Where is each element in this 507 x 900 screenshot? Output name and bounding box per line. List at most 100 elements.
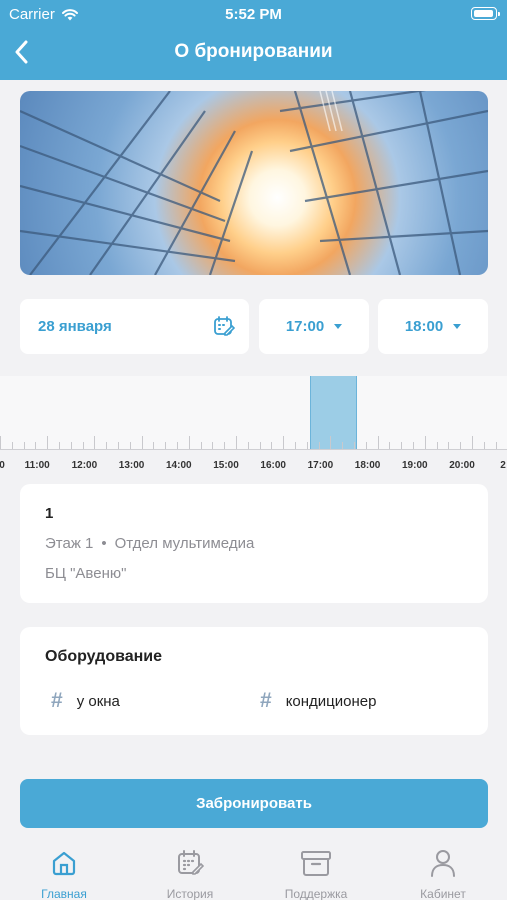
caret-down-icon xyxy=(453,324,462,329)
equipment-item: # кондиционер xyxy=(260,689,376,713)
tab-support[interactable]: Поддержка xyxy=(266,846,366,900)
time-scale-tick xyxy=(307,442,308,449)
hashtag-icon: # xyxy=(51,689,63,712)
date-picker[interactable]: 28 января xyxy=(20,299,249,354)
time-scale-tick xyxy=(484,442,485,449)
calendar-icon xyxy=(178,850,204,875)
equipment-title: Оборудование xyxy=(45,648,163,665)
time-scale-tick xyxy=(83,442,84,449)
time-scale-tick xyxy=(142,436,143,449)
time-scale-tick xyxy=(153,442,154,449)
time-scale-label: 2 xyxy=(500,460,506,471)
time-scale-track xyxy=(0,376,507,449)
tab-bar: Главная История Поддержка Кабинет xyxy=(0,838,507,900)
time-scale-label: 16:00 xyxy=(260,460,286,471)
time-scale-tick xyxy=(0,436,1,449)
time-scale-tick xyxy=(425,436,426,449)
time-scale-tick xyxy=(12,442,13,449)
tab-history[interactable]: История xyxy=(140,846,240,900)
status-time: 5:52 PM xyxy=(225,6,282,23)
time-scale-tick xyxy=(177,442,178,449)
date-value: 28 января xyxy=(38,318,112,335)
time-scale-label: 18:00 xyxy=(354,460,381,471)
book-button[interactable]: Забронировать xyxy=(20,779,488,828)
time-scale-label: 0 xyxy=(0,460,5,471)
time-scale-tick xyxy=(106,442,107,449)
time-scale-tick xyxy=(47,436,48,449)
time-scale-tick xyxy=(283,436,284,449)
equipment-label: кондиционер xyxy=(285,692,377,710)
time-scale-tick xyxy=(472,436,473,449)
time-scale-tick xyxy=(342,442,343,449)
time-scale-label: 14:00 xyxy=(166,460,192,471)
end-time-select[interactable]: 18:00 xyxy=(378,299,488,354)
room-building: БЦ "Авеню" xyxy=(45,565,127,582)
time-scale-tick xyxy=(118,442,119,449)
time-scale-tick xyxy=(130,442,131,449)
tab-label: История xyxy=(166,887,214,900)
time-scale-tick xyxy=(59,442,60,449)
time-scale-tick xyxy=(330,436,331,449)
calendar-edit-icon xyxy=(214,316,235,336)
time-scale-baseline xyxy=(0,449,507,450)
time-scale-tick xyxy=(71,442,72,449)
tab-home[interactable]: Главная xyxy=(14,846,114,900)
time-scale-label: 13:00 xyxy=(118,460,145,471)
time-scale-tick xyxy=(94,436,95,449)
battery-icon xyxy=(471,7,500,20)
time-scale-tick xyxy=(201,442,202,449)
time-scale-tick xyxy=(496,442,497,449)
room-department: Отдел мультимедиа xyxy=(114,535,255,552)
time-scale-tick xyxy=(378,436,379,449)
start-time-select[interactable]: 17:00 xyxy=(259,299,369,354)
time-scale-label: 17:00 xyxy=(307,460,334,471)
time-scale[interactable]: 0 11:00 12:00 13:00 14:00 15:00 16:00 17:00 18:0… xyxy=(0,376,507,476)
page-title: О бронировании xyxy=(174,41,333,62)
status-bar: Carrier 5:52 PM xyxy=(0,0,507,28)
home-icon xyxy=(52,851,76,876)
time-scale-tick xyxy=(224,442,225,449)
room-location: Этаж 1 • Отдел мультимедиа xyxy=(45,535,254,552)
time-scale-tick xyxy=(24,442,25,449)
time-scale-tick xyxy=(189,436,190,449)
room-info-card: 1 Этаж 1 • Отдел мультимедиа БЦ "Авеню" xyxy=(20,484,488,603)
room-number: 1 xyxy=(45,505,54,522)
time-scale-tick xyxy=(401,442,402,449)
separator-dot: • xyxy=(101,535,107,552)
user-icon xyxy=(431,850,455,877)
room-floor: Этаж 1 xyxy=(45,535,94,552)
time-scale-tick xyxy=(248,442,249,449)
equipment-item: # у окна xyxy=(51,689,120,713)
time-scale-tick xyxy=(35,442,36,449)
tab-account[interactable]: Кабинет xyxy=(393,846,493,900)
time-scale-tick xyxy=(437,442,438,449)
archive-box-icon xyxy=(301,851,331,876)
time-scale-tick xyxy=(389,442,390,449)
time-scale-tick xyxy=(413,442,414,449)
time-scale-label: 19:00 xyxy=(402,460,428,471)
time-scale-tick xyxy=(319,442,320,449)
time-scale-tick xyxy=(236,436,237,449)
time-scale-tick xyxy=(212,442,213,449)
end-time-value: 18:00 xyxy=(404,318,444,335)
hashtag-icon: # xyxy=(260,689,272,712)
equipment-card: Оборудование # у окна # кондиционер xyxy=(20,627,488,735)
time-scale-label: 15:00 xyxy=(213,460,239,471)
building-glass-illustration xyxy=(20,91,488,275)
time-scale-tick xyxy=(295,442,296,449)
time-scale-label: 20:00 xyxy=(449,460,475,471)
time-scale-tick xyxy=(354,442,355,449)
start-time-value: 17:00 xyxy=(285,318,325,335)
equipment-label: у окна xyxy=(76,692,120,710)
time-scale-tick xyxy=(165,442,166,449)
room-photo xyxy=(20,91,488,275)
top-bar: Carrier 5:52 PM О бронировании xyxy=(0,0,507,80)
tab-label: Кабинет xyxy=(420,887,466,900)
time-scale-tick xyxy=(366,442,367,449)
caret-down-icon xyxy=(334,324,343,329)
time-scale-label: 12:00 xyxy=(71,460,98,471)
time-scale-tick xyxy=(460,442,461,449)
tab-label: Главная xyxy=(41,887,87,900)
time-scale-label: 11:00 xyxy=(24,460,50,471)
selected-time-range[interactable] xyxy=(310,376,357,449)
